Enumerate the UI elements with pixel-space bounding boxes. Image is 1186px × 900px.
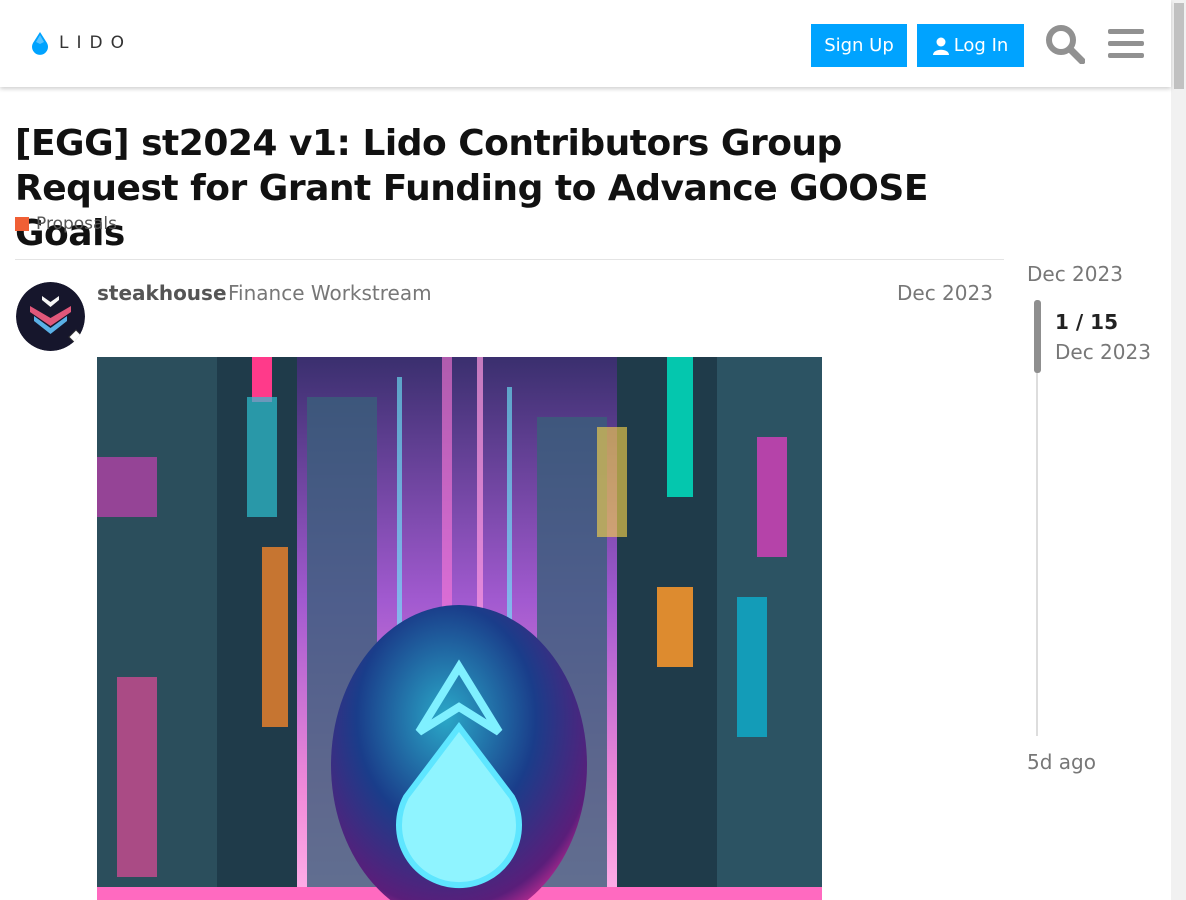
avatar[interactable] xyxy=(16,282,85,351)
lido-logo[interactable]: LIDO xyxy=(31,31,132,55)
post-username[interactable]: steakhouse xyxy=(97,281,227,305)
category-badge[interactable]: Proposals xyxy=(15,214,117,234)
cyberpunk-egg-illustration xyxy=(97,357,822,900)
topic-divider xyxy=(15,259,1004,260)
post-date[interactable]: Dec 2023 xyxy=(897,281,993,305)
log-in-label: Log In xyxy=(953,35,1009,56)
timeline-handle[interactable] xyxy=(1034,300,1041,373)
search-icon[interactable] xyxy=(1045,24,1085,64)
post-image[interactable] xyxy=(97,357,822,900)
site-header: LIDO Sign Up Log In xyxy=(0,0,1171,87)
topic-title[interactable]: [EGG] st2024 v1: Lido Contributors Group… xyxy=(15,121,1015,256)
timeline-start-date[interactable]: Dec 2023 xyxy=(1027,262,1123,286)
scrollbar-thumb[interactable] xyxy=(1174,3,1184,89)
hamburger-menu-icon[interactable] xyxy=(1108,26,1144,62)
page-scrollbar[interactable] xyxy=(1171,0,1186,900)
lido-drop-icon xyxy=(31,32,48,55)
steakhouse-avatar-image xyxy=(16,282,85,351)
logo-wordmark: LIDO xyxy=(59,33,132,53)
timeline-position-date: Dec 2023 xyxy=(1055,340,1151,364)
timeline-position: 1 / 15 xyxy=(1055,310,1118,334)
timeline-end-label[interactable]: 5d ago xyxy=(1027,750,1096,774)
log-in-button[interactable]: Log In xyxy=(917,24,1024,67)
category-label: Proposals xyxy=(36,214,118,234)
user-icon xyxy=(932,37,949,55)
post-user-title: Finance Workstream xyxy=(228,281,432,305)
sign-up-button[interactable]: Sign Up xyxy=(811,24,907,67)
category-color-swatch xyxy=(15,217,29,231)
